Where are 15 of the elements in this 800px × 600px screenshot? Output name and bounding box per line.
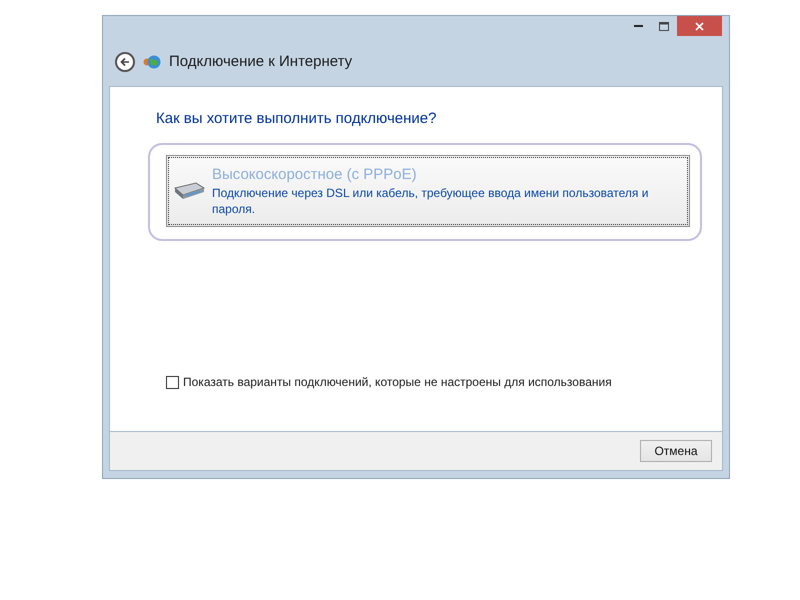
cancel-button[interactable]: Отмена xyxy=(640,440,712,462)
window-title: Подключение к Интернету xyxy=(169,52,352,72)
network-globe-icon xyxy=(143,54,161,70)
close-button[interactable] xyxy=(677,16,722,36)
page-heading: Как вы хотите выполнить подключение? xyxy=(156,108,438,129)
option-title: Высокоскоростное (с PPPoE) xyxy=(212,165,418,186)
checkbox[interactable] xyxy=(166,376,179,389)
connection-option[interactable]: Высокоскоростное (с PPPoE) Подключение через DSL или кабель, требующее ввода имени пользователя и пароля. xyxy=(166,155,690,228)
checkbox-label: Показать варианты подключений, которые не настроены для использования xyxy=(183,374,612,392)
back-button[interactable] xyxy=(115,52,135,72)
option-description: Подключение через DSL или кабель, требующее ввода имени пользователя и пароля. xyxy=(212,185,650,218)
minimize-icon xyxy=(634,25,642,27)
maximize-icon xyxy=(659,22,669,30)
back-arrow-icon xyxy=(120,56,130,67)
close-icon xyxy=(695,22,704,30)
